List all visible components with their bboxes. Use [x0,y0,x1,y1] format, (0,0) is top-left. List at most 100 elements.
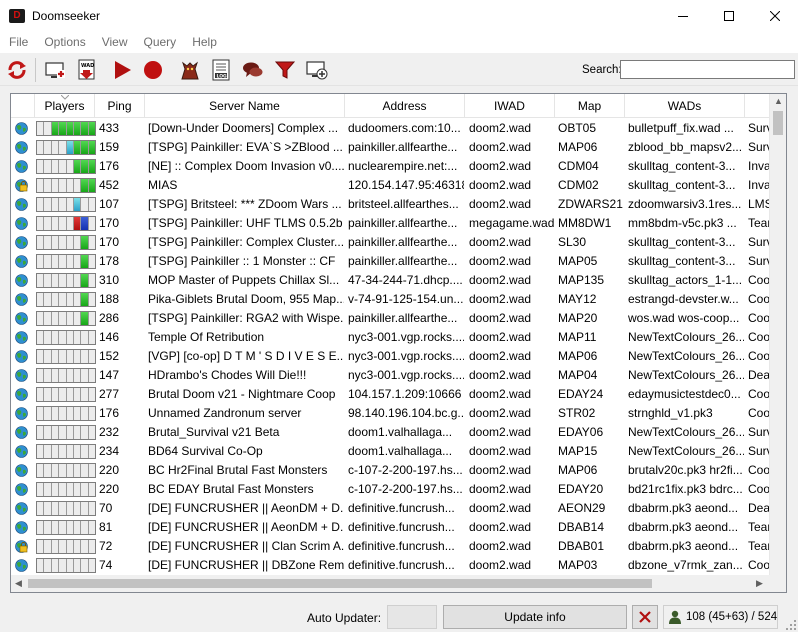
demon-button[interactable] [177,57,203,83]
map-cell: MAP135 [558,273,605,287]
horizontal-scrollbar[interactable]: ◀ ▶ [11,575,786,592]
table-row[interactable]: 220 BC EDAY Brutal Fast Monsters c-107-2-2… [11,480,775,499]
table-row[interactable]: 152 [VGP] [co-op] D T M ' S D I V E S E..… [11,347,775,366]
column-status[interactable] [11,94,35,118]
player-slot [51,502,60,515]
table-row[interactable]: 433 [Down-Under Doomers] Complex ... dudoo… [11,119,775,138]
vertical-scroll-thumb[interactable] [773,111,783,135]
ping-cell: 170 [99,235,120,249]
table-row[interactable]: 146 Temple Of Retribution nyc3-001.vgp.roc… [11,328,775,347]
table-row[interactable]: 176 Unnamed Zandronum server 98.140.196.10… [11,404,775,423]
ping-cell: 70 [99,501,113,515]
table-row[interactable]: 107 [TSPG] Britsteel: *** ZDoom Wars ... b… [11,195,775,214]
table-row[interactable]: 74 [DE] FUNCRUSHER || DBZone Rem... defini… [11,556,775,575]
player-slot [88,255,95,268]
map-cell: MAP06 [558,140,598,154]
table-row[interactable]: 232 Brutal_Survival v21 Beta doom1.valhall… [11,423,775,442]
globe-icon [15,217,28,230]
table-row[interactable]: 170 [TSPG] Painkiller: UHF TLMS 0.5.2b pai… [11,214,775,233]
menu-file[interactable]: File [0,35,36,49]
player-slot [51,312,60,325]
player-slot [88,445,95,458]
player-slot [88,426,95,439]
menu-options[interactable]: Options [36,35,93,49]
player-slot [51,255,60,268]
table-row[interactable]: 72 [DE] FUNCRUSHER || Clan Scrim A... defi… [11,537,775,556]
close-button[interactable] [752,0,798,31]
server-list[interactable]: Players Ping Server Name Address IWAD Ma… [10,93,787,593]
column-iwad[interactable]: IWAD [465,94,555,118]
table-row[interactable]: 452 MIAS 120.154.147.95:46318 doom2.wad CDM0… [11,176,775,195]
table-row[interactable]: 178 [TSPG] Painkiller :: 1 Monster :: CF p… [11,252,775,271]
search-input[interactable] [620,60,795,79]
menu-view[interactable]: View [94,35,136,49]
table-row[interactable]: 147 HDrambo's Chodes Will Die!!! nyc3-001.… [11,366,775,385]
table-row[interactable]: 170 [TSPG] Painkiller: Complex Cluster...… [11,233,775,252]
server-rows: 433 [Down-Under Doomers] Complex ... dudoo… [11,119,775,575]
table-row[interactable]: 220 BC Hr2Final Brutal Fast Monsters c-107… [11,461,775,480]
chat-button[interactable] [240,57,266,83]
players-bar [36,349,96,364]
log-button[interactable]: LOG [208,57,234,83]
column-address[interactable]: Address [345,94,465,118]
horizontal-scroll-thumb[interactable] [28,579,652,588]
vertical-scrollbar[interactable]: ▲ [769,94,786,575]
table-row[interactable]: 176 [NE] :: Complex Doom Invasion v0.... n… [11,157,775,176]
table-row[interactable]: 81 [DE] FUNCRUSHER || AeonDM + D... defini… [11,518,775,537]
column-players[interactable]: Players [35,94,95,118]
column-server-name[interactable]: Server Name [145,94,345,118]
column-ping[interactable]: Ping [95,94,145,118]
wad-download-button[interactable]: WAD [74,57,100,83]
globe-icon [15,274,28,287]
resize-grip-icon[interactable] [786,620,796,630]
players-bar [36,368,96,383]
players-bar [36,235,96,250]
menu-query[interactable]: Query [136,35,185,49]
menu-help[interactable]: Help [184,35,225,49]
player-slot [59,540,67,553]
play-button[interactable] [109,57,135,83]
scroll-left-icon[interactable]: ◀ [15,578,22,589]
scroll-right-icon[interactable]: ▶ [756,578,763,589]
iwad-cell: doom2.wad [469,406,532,420]
add-server-button[interactable] [42,57,68,83]
player-slot [81,502,89,515]
create-server-button[interactable] [304,57,330,83]
player-slot [88,369,95,382]
player-slot [73,445,82,458]
column-map[interactable]: Map [555,94,625,118]
refresh-icon [8,61,26,79]
scroll-up-icon[interactable]: ▲ [774,96,783,106]
column-wads[interactable]: WADs [625,94,745,118]
player-slot [44,445,52,458]
filter-button[interactable] [272,57,298,83]
record-button[interactable] [140,57,166,83]
iwad-cell: doom2.wad [469,463,532,477]
table-row[interactable]: 188 Pika-Giblets Brutal Doom, 955 Map... v… [11,290,775,309]
player-slot [81,445,89,458]
maximize-button[interactable] [706,0,752,31]
wads-cell: bd21rc1fix.pk3 bdrc... [628,482,743,496]
minimize-button[interactable] [660,0,706,31]
table-row[interactable]: 70 [DE] FUNCRUSHER || AeonDM + D... defini… [11,499,775,518]
player-slot [66,198,74,211]
player-slot [37,331,45,344]
player-slot [44,464,52,477]
server-name-cell: [Down-Under Doomers] Complex ... [148,121,339,135]
table-row[interactable]: 277 Brutal Doom v21 - Nightmare Coop 104.… [11,385,775,404]
iwad-cell: doom2.wad [469,501,532,515]
player-slot [44,217,52,230]
players-bar [36,311,96,326]
server-name-cell: Unnamed Zandronum server [148,406,302,420]
table-row[interactable]: 159 [TSPG] Painkiller: EVA`S >ZBlood ... p… [11,138,775,157]
address-cell: 47-34-244-71.dhcp.... [348,273,463,287]
refresh-button[interactable] [4,57,30,83]
update-info-button[interactable]: Update info [443,605,627,629]
player-slot [73,502,82,515]
cancel-update-button[interactable] [632,605,658,629]
table-row[interactable]: 310 MOP Master of Puppets Chillax Sl... 47… [11,271,775,290]
player-slot [88,122,95,135]
table-row[interactable]: 286 [TSPG] Painkiller: RGA2 with Wispe...… [11,309,775,328]
player-slot [81,369,89,382]
table-row[interactable]: 234 BD64 Survival Co-Op doom1.valhallaga..… [11,442,775,461]
